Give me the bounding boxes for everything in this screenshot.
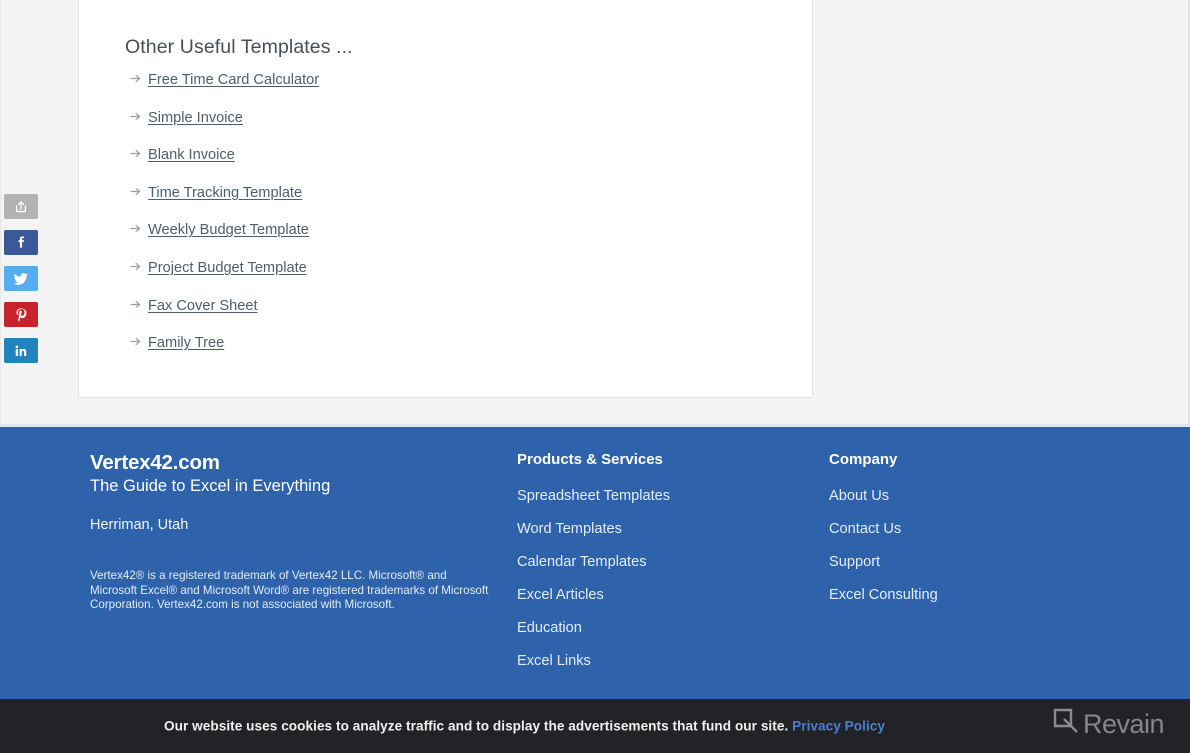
share-button[interactable] (4, 194, 38, 219)
pinterest-share-button[interactable] (4, 302, 38, 327)
list-item[interactable]: Weekly Budget Template (125, 219, 788, 257)
template-link[interactable]: Fax Cover Sheet (148, 297, 258, 315)
footer-link-excel-articles[interactable]: Excel Articles (517, 586, 797, 605)
page-root: Other Useful Templates ... Free Time Car… (0, 0, 1190, 753)
list-item[interactable]: Free Time Card Calculator (125, 69, 788, 107)
footer-link-contact-us[interactable]: Contact Us (829, 520, 1109, 539)
arrow-right-icon (130, 184, 146, 198)
arrow-right-icon (130, 259, 146, 273)
template-link[interactable]: Family Tree (148, 334, 224, 352)
list-item[interactable]: Time Tracking Template (125, 182, 788, 220)
site-footer: Vertex42.com The Guide to Excel in Every… (0, 424, 1190, 699)
footer-company-column: Company About Us Contact Us Support Exce… (829, 451, 1109, 619)
page-title: Other Useful Templates ... (125, 36, 353, 58)
content-card: Other Useful Templates ... Free Time Car… (78, 0, 813, 398)
arrow-right-icon (130, 146, 146, 160)
list-item[interactable]: Simple Invoice (125, 107, 788, 145)
cookie-message-text: Our website uses cookies to analyze traf… (164, 718, 789, 734)
footer-link-about-us[interactable]: About Us (829, 487, 1109, 506)
footer-link-spreadsheet-templates[interactable]: Spreadsheet Templates (517, 487, 797, 506)
pinterest-icon (14, 307, 29, 322)
footer-legal-text: Vertex42® is a registered trademark of V… (90, 569, 489, 612)
template-link[interactable]: Weekly Budget Template (148, 221, 309, 239)
content-card-inner: Other Useful Templates ... Free Time Car… (79, 36, 812, 370)
share-icon (14, 200, 28, 214)
arrow-right-icon (130, 109, 146, 123)
linkedin-share-button[interactable] (4, 338, 38, 363)
page-left-edge (0, 0, 1, 424)
arrow-right-icon (130, 297, 146, 311)
footer-link-excel-consulting[interactable]: Excel Consulting (829, 586, 1109, 605)
footer-products-column: Products & Services Spreadsheet Template… (517, 451, 797, 685)
template-link[interactable]: Simple Invoice (148, 109, 243, 127)
template-link[interactable]: Blank Invoice (148, 146, 235, 164)
template-link[interactable]: Project Budget Template (148, 259, 307, 277)
cookie-consent-bar: Our website uses cookies to analyze traf… (0, 699, 1190, 753)
arrow-right-icon (130, 71, 146, 85)
footer-link-support[interactable]: Support (829, 553, 1109, 572)
linkedin-icon (14, 344, 28, 358)
footer-link-education[interactable]: Education (517, 619, 797, 638)
footer-products-heading: Products & Services (517, 451, 663, 468)
facebook-share-button[interactable] (4, 230, 38, 255)
privacy-policy-link[interactable]: Privacy Policy (792, 719, 885, 734)
twitter-icon (13, 271, 29, 287)
footer-brand-name: Vertex42.com (90, 451, 220, 474)
facebook-icon (14, 235, 29, 250)
footer-link-excel-links[interactable]: Excel Links (517, 652, 797, 671)
arrow-right-icon (130, 221, 146, 235)
list-item[interactable]: Fax Cover Sheet (125, 295, 788, 333)
footer-brand-column: Vertex42.com The Guide to Excel in Every… (90, 451, 490, 613)
social-share-rail (4, 194, 38, 374)
footer-tagline: The Guide to Excel in Everything (90, 477, 331, 495)
twitter-share-button[interactable] (4, 266, 38, 291)
footer-link-word-templates[interactable]: Word Templates (517, 520, 797, 539)
cookie-consent-message: Our website uses cookies to analyze traf… (164, 719, 885, 734)
footer-location: Herriman, Utah (90, 517, 189, 533)
arrow-right-icon (130, 334, 146, 348)
list-item[interactable]: Family Tree (125, 332, 788, 370)
template-link[interactable]: Time Tracking Template (148, 184, 302, 202)
footer-company-heading: Company (829, 451, 898, 468)
list-item[interactable]: Project Budget Template (125, 257, 788, 295)
other-useful-templates-list: Free Time Card Calculator Simple Invoice… (125, 69, 788, 370)
footer-link-calendar-templates[interactable]: Calendar Templates (517, 553, 797, 572)
list-item[interactable]: Blank Invoice (125, 144, 788, 182)
template-link[interactable]: Free Time Card Calculator (148, 71, 319, 89)
